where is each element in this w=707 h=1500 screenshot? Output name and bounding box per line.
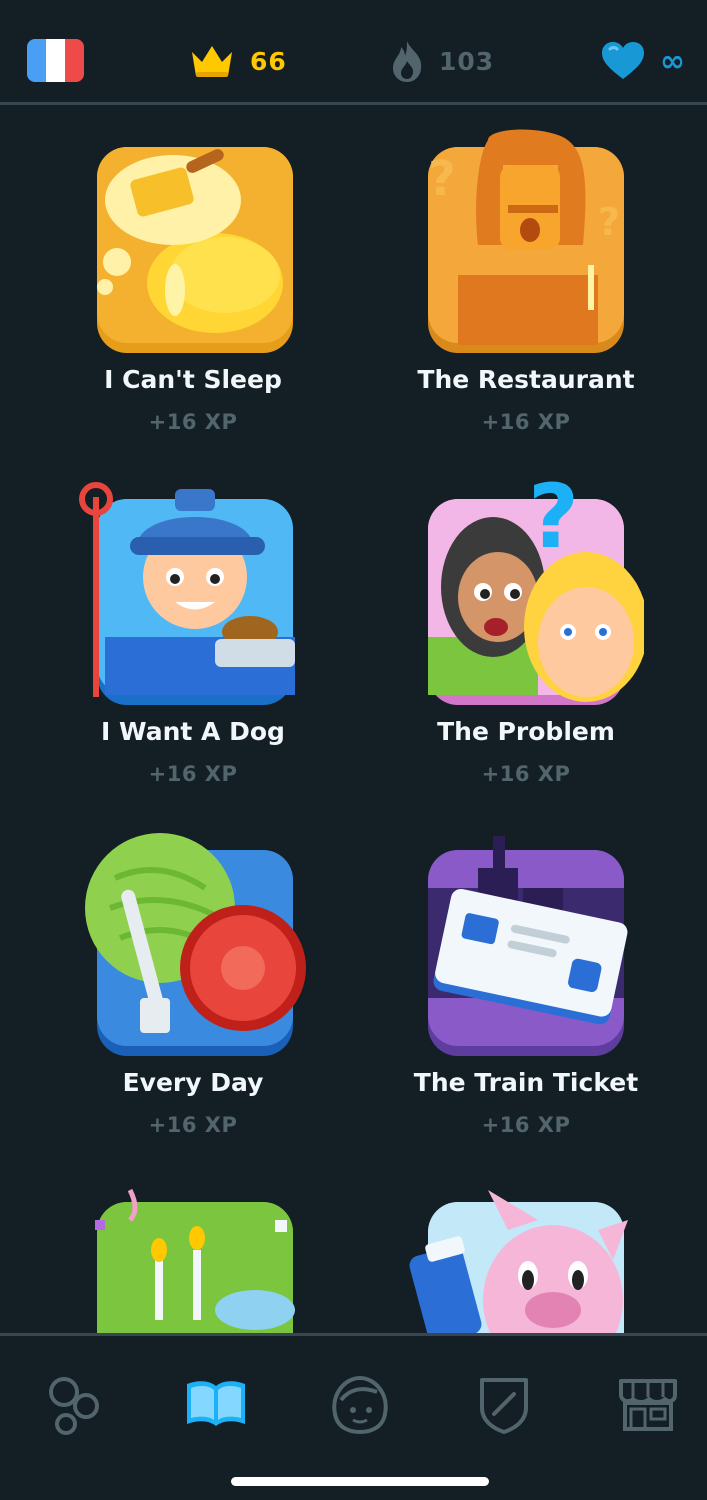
story-title: The Train Ticket: [413, 1068, 639, 1097]
story-card[interactable]: [33, 1180, 353, 1333]
story-title: The Problem: [437, 717, 615, 746]
pig-bottle-icon: [409, 1190, 628, 1333]
story-card[interactable]: I Want A Dog +16 XP: [33, 477, 353, 797]
story-xp: +16 XP: [148, 1113, 238, 1137]
story-card[interactable]: ? ? The Restaurant +16 XP: [366, 125, 686, 445]
home-indicator[interactable]: [231, 1477, 489, 1486]
story-xp: +16 XP: [148, 410, 238, 434]
story-card[interactable]: [366, 1180, 686, 1333]
salad-fork-tomato-icon: [85, 833, 306, 1056]
nav-leagues[interactable]: [470, 1372, 538, 1436]
svg-text:?: ?: [598, 200, 620, 244]
crowns-count: 66: [250, 46, 287, 76]
crowns-counter[interactable]: 66: [188, 36, 287, 86]
story-xp: +16 XP: [481, 410, 571, 434]
fire-icon: [393, 41, 422, 82]
svg-text:?: ?: [528, 477, 579, 568]
restaurant-character-icon: ? ?: [428, 129, 624, 353]
learn-circles-icon: [49, 1377, 99, 1435]
story-xp: +16 XP: [481, 762, 571, 786]
streak-counter[interactable]: 103: [389, 36, 494, 86]
hearts-counter[interactable]: ∞: [600, 36, 686, 86]
sleep-pillow-dream-icon: [97, 147, 293, 353]
birthday-cake-icon: [95, 1188, 295, 1333]
nav-stories[interactable]: [182, 1372, 250, 1436]
streak-count: 103: [439, 46, 495, 76]
nav-profile[interactable]: [326, 1372, 394, 1436]
story-card[interactable]: The Train Ticket +16 XP: [366, 828, 686, 1148]
hearts-count: ∞: [660, 43, 686, 79]
story-card[interactable]: I Can't Sleep +16 XP: [33, 125, 353, 445]
boy-with-dog-bowl-icon: [79, 482, 295, 705]
heart-icon: [602, 42, 644, 79]
train-ticket-icon: [428, 836, 628, 1056]
leagues-shield-icon: [480, 1378, 528, 1434]
story-card[interactable]: Every Day +16 XP: [33, 828, 353, 1148]
story-title: I Want A Dog: [101, 717, 285, 746]
top-bar: 66 103 ∞: [0, 0, 707, 105]
two-characters-problem-icon: ?: [428, 477, 644, 705]
bottom-navigation: [0, 1333, 707, 1500]
story-xp: +16 XP: [481, 1113, 571, 1137]
story-title: The Restaurant: [417, 365, 635, 394]
story-title: Every Day: [122, 1068, 264, 1097]
nav-shop[interactable]: [614, 1372, 682, 1436]
story-title: I Can't Sleep: [104, 365, 282, 394]
crown-icon: [192, 46, 232, 77]
story-card[interactable]: ? The Problem +16 XP: [366, 477, 686, 797]
stories-book-icon: [187, 1381, 245, 1426]
profile-face-icon: [332, 1375, 388, 1434]
nav-learn[interactable]: [38, 1372, 106, 1436]
story-xp: +16 XP: [148, 762, 238, 786]
svg-text:?: ?: [428, 151, 456, 207]
french-flag-icon[interactable]: [27, 39, 84, 82]
shop-icon: [619, 1379, 677, 1431]
